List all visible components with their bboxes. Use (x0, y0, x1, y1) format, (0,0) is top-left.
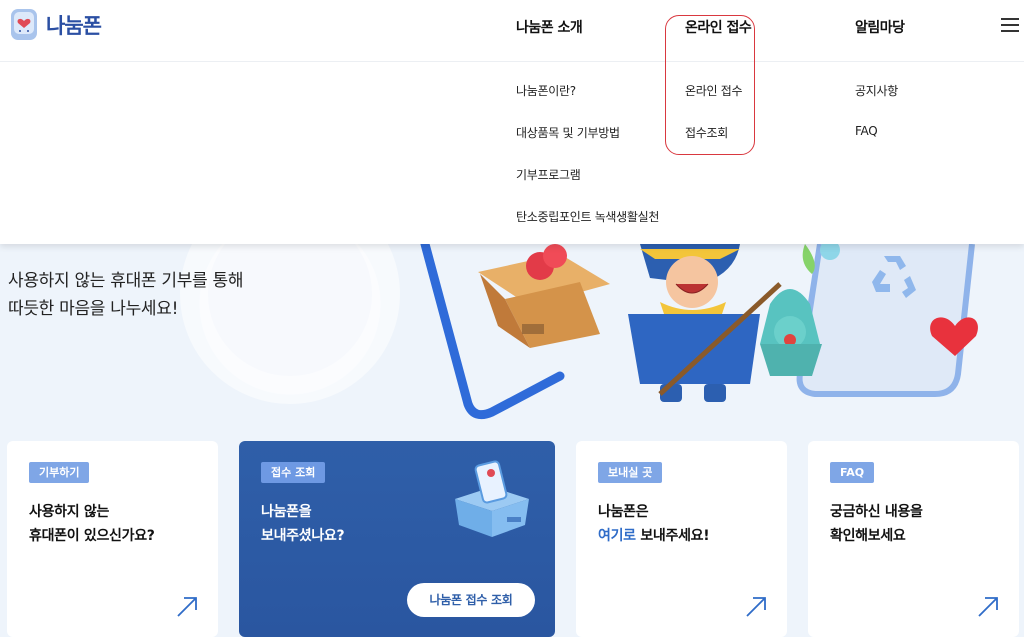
card-title-line2: 휴대폰이 있으신가요? (29, 528, 155, 544)
nav-notice[interactable]: 알림마당 (855, 17, 905, 37)
menu-item-carbon-point[interactable]: 탄소중립포인트 녹색생활실천 (516, 208, 659, 225)
menu-item-what-is[interactable]: 나눔폰이란? (516, 82, 576, 99)
card-title-accent: 여기로 (598, 528, 636, 544)
card-title-line1: 사용하지 않는 (29, 504, 110, 520)
card-title-line1: 나눔폰은 (598, 504, 649, 520)
box-phone-icon (455, 460, 529, 537)
site-header: 나눔폰 나눔폰 소개 온라인 접수 알림마당 (0, 0, 1024, 62)
card-where-to-send[interactable]: 보내실 곳 나눔폰은 여기로 보내주세요! (576, 441, 787, 637)
track-donation-button[interactable]: 나눔폰 접수 조회 (407, 583, 535, 617)
card-check-status[interactable]: 접수 조회 나눔폰을 보내주셨나요? 나눔폰 접수 조회 (239, 441, 555, 637)
arrow-up-right-icon (746, 597, 766, 617)
hero-headline-line1: 사용하지 않는 휴대폰 기부를 통해 (8, 271, 244, 291)
nav-about[interactable]: 나눔폰 소개 (516, 17, 583, 37)
menu-item-program[interactable]: 기부프로그램 (516, 166, 581, 183)
hamburger-menu-icon[interactable] (1001, 18, 1019, 32)
arrow-up-right-icon (177, 597, 197, 617)
site-logo[interactable]: 나눔폰 (8, 8, 102, 42)
card-badge: 기부하기 (29, 462, 90, 483)
card-badge: 접수 조회 (261, 462, 326, 483)
card-badge: FAQ (830, 462, 875, 483)
menu-item-faq[interactable]: FAQ (855, 124, 878, 138)
menu-item-items-method[interactable]: 대상품목 및 기부방법 (516, 124, 620, 141)
logo-mascot-icon (8, 8, 40, 42)
card-title-line1: 나눔폰을 (261, 504, 312, 520)
card-donate[interactable]: 기부하기 사용하지 않는 휴대폰이 있으신가요? (7, 441, 218, 637)
card-title-rest: 보내주세요! (635, 528, 710, 544)
mega-menu: 나눔폰이란? 대상품목 및 기부방법 기부프로그램 탄소중립포인트 녹색생활실천… (0, 62, 1024, 244)
card-badge: 보내실 곳 (598, 462, 663, 483)
card-title-line2: 여기로 보내주세요! (598, 525, 710, 545)
card-title-line2: 확인해보세요 (830, 528, 906, 544)
brand-name: 나눔폰 (46, 14, 102, 38)
card-faq[interactable]: FAQ 궁금하신 내용을 확인해보세요 (808, 441, 1019, 637)
arrow-up-right-icon (978, 597, 998, 617)
card-title-line2: 보내주셨나요? (261, 528, 345, 544)
menu-item-notices[interactable]: 공지사항 (855, 82, 898, 99)
highlight-annotation (665, 15, 755, 155)
hero-banner: 사용하지 않는 휴대폰 기부를 통해 따듯한 마음을 나누세요! (0, 244, 1024, 440)
card-title-line1: 궁금하신 내용을 (830, 504, 923, 520)
hero-headline-line2: 따듯한 마음을 나누세요! (8, 299, 179, 319)
